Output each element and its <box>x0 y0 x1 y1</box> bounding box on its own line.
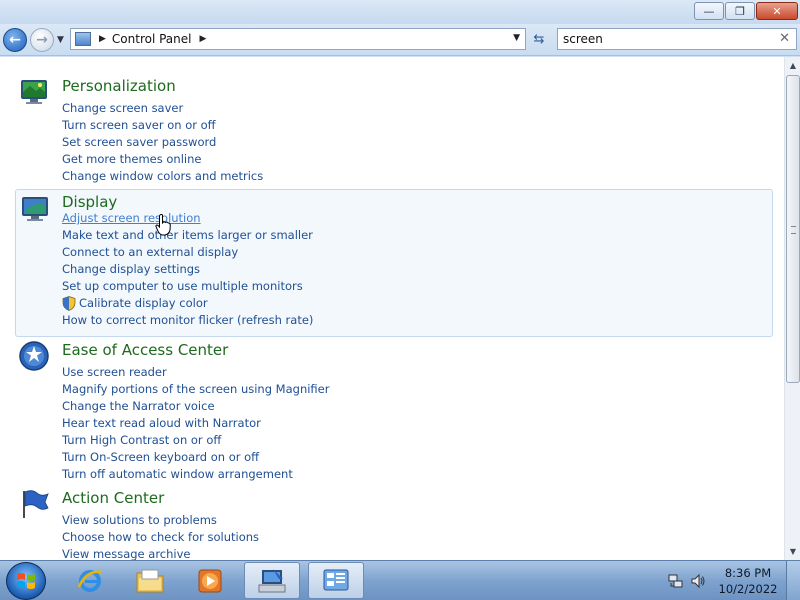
clock-date: 10/2/2022 <box>718 582 778 596</box>
scroll-down-arrow-icon[interactable]: ▼ <box>785 543 800 560</box>
taskbar-clock[interactable]: 8:36 PM 10/2/2022 <box>718 565 778 597</box>
maximize-button[interactable]: ❐ <box>725 2 755 20</box>
group-title[interactable]: Personalization <box>62 77 176 95</box>
back-arrow-icon: ← <box>9 32 21 48</box>
link-monitor-flicker[interactable]: How to correct monitor flicker (refresh … <box>62 312 313 329</box>
control-panel-taskbar-icon <box>323 569 349 590</box>
link-adjust-screen-resolution[interactable]: Adjust screen resolution <box>62 210 313 227</box>
hand-cursor-icon <box>155 214 171 236</box>
link-calibrate-display-color[interactable]: Calibrate display color <box>79 295 208 312</box>
clear-search-icon[interactable]: ✕ <box>779 31 790 46</box>
taskbar: 8:36 PM 10/2/2022 <box>0 560 800 600</box>
control-panel-icon <box>75 32 91 46</box>
internet-explorer-icon <box>77 569 103 592</box>
result-group-personalization: Personalization Change screen saver Turn… <box>15 73 773 191</box>
vertical-scrollbar[interactable]: ▲ ▼ <box>784 57 800 560</box>
breadcrumb-chevron-icon[interactable]: ▶ <box>200 34 207 44</box>
link-calibrate-display-color-row[interactable]: Calibrate display color <box>62 295 313 312</box>
link-make-text-larger-smaller[interactable]: Make text and other items larger or smal… <box>62 227 313 244</box>
start-button[interactable] <box>6 562 46 600</box>
network-icon[interactable] <box>668 573 684 589</box>
taskbar-control-panel[interactable] <box>308 562 364 599</box>
forward-button[interactable]: → <box>30 28 54 52</box>
taskbar-windows-explorer[interactable] <box>122 562 178 599</box>
group-links: Use screen reader Magnify portions of th… <box>62 364 329 483</box>
link-use-screen-reader[interactable]: Use screen reader <box>62 364 329 381</box>
scrollbar-grip <box>791 226 796 234</box>
volume-icon[interactable] <box>690 573 706 589</box>
taskbar-display-window[interactable] <box>244 562 300 599</box>
show-desktop-button[interactable] <box>786 561 800 600</box>
scroll-up-arrow-icon[interactable]: ▲ <box>785 57 800 74</box>
group-links: Change screen saver Turn screen saver on… <box>62 100 263 185</box>
search-results-pane: Personalization Change screen saver Turn… <box>0 57 784 560</box>
link-change-display-settings[interactable]: Change display settings <box>62 261 313 278</box>
link-turn-screen-saver-on-off[interactable]: Turn screen saver on or off <box>62 117 263 134</box>
result-group-ease-of-access: Ease of Access Center Use screen reader … <box>15 337 773 482</box>
result-group-display: Display Adjust screen resolution Make te… <box>15 189 773 337</box>
close-button[interactable]: ✕ <box>756 2 798 20</box>
personalization-icon <box>21 80 47 104</box>
link-set-screen-saver-password[interactable]: Set screen saver password <box>62 134 263 151</box>
uac-shield-icon <box>62 296 76 311</box>
back-button[interactable]: ← <box>3 28 27 52</box>
link-connect-external-display[interactable]: Connect to an external display <box>62 244 313 261</box>
link-magnifier[interactable]: Magnify portions of the screen using Mag… <box>62 381 329 398</box>
clock-time: 8:36 PM <box>724 566 772 580</box>
search-box[interactable]: ✕ <box>557 28 797 50</box>
result-group-action-center: Action Center View solutions to problems… <box>15 485 773 560</box>
window-title-bar: — ❐ ✕ <box>0 0 800 24</box>
windows-logo-icon <box>17 573 35 589</box>
link-on-screen-keyboard[interactable]: Turn On-Screen keyboard on or off <box>62 449 329 466</box>
link-multiple-monitors[interactable]: Set up computer to use multiple monitors <box>62 278 313 295</box>
link-high-contrast[interactable]: Turn High Contrast on or off <box>62 432 329 449</box>
ease-of-access-icon <box>19 341 49 371</box>
refresh-icon: ⇆ <box>533 31 545 47</box>
computer-monitor-icon <box>258 568 286 592</box>
taskbar-media-player[interactable] <box>182 562 238 599</box>
group-links: View solutions to problems Choose how to… <box>62 512 259 560</box>
recent-pages-dropdown[interactable]: ▼ <box>57 35 64 45</box>
link-check-for-solutions[interactable]: Choose how to check for solutions <box>62 529 259 546</box>
media-player-icon <box>198 569 222 592</box>
group-title[interactable]: Action Center <box>62 489 164 507</box>
link-narrator-read-aloud[interactable]: Hear text read aloud with Narrator <box>62 415 329 432</box>
group-links: Adjust screen resolution Make text and o… <box>62 210 313 329</box>
group-title[interactable]: Ease of Access Center <box>62 341 228 359</box>
forward-arrow-icon: → <box>36 32 48 48</box>
breadcrumb-control-panel[interactable]: Control Panel <box>112 32 192 46</box>
folder-icon <box>136 569 164 592</box>
link-message-archive[interactable]: View message archive <box>62 546 259 560</box>
taskbar-internet-explorer[interactable] <box>62 562 118 599</box>
breadcrumb-chevron-icon[interactable]: ▶ <box>99 34 106 44</box>
minimize-button[interactable]: — <box>694 2 724 20</box>
display-icon <box>22 197 48 221</box>
window-controls: — ❐ ✕ <box>694 2 798 20</box>
link-narrator-voice[interactable]: Change the Narrator voice <box>62 398 329 415</box>
link-window-arrangement[interactable]: Turn off automatic window arrangement <box>62 466 329 483</box>
group-title[interactable]: Display <box>62 193 117 211</box>
refresh-button[interactable]: ⇆ <box>528 29 550 49</box>
navigation-bar: ← → ▼ ▶ Control Panel ▶ ▼ ⇆ ✕ <box>0 24 800 56</box>
link-change-screen-saver[interactable]: Change screen saver <box>62 100 263 117</box>
address-dropdown-icon[interactable]: ▼ <box>513 33 520 43</box>
link-view-solutions[interactable]: View solutions to problems <box>62 512 259 529</box>
link-change-window-colors[interactable]: Change window colors and metrics <box>62 168 263 185</box>
search-input[interactable] <box>558 29 768 49</box>
scrollbar-thumb[interactable] <box>786 75 800 383</box>
link-get-more-themes-online[interactable]: Get more themes online <box>62 151 263 168</box>
action-center-flag-icon <box>23 490 49 518</box>
address-bar[interactable]: ▶ Control Panel ▶ ▼ <box>70 28 526 50</box>
